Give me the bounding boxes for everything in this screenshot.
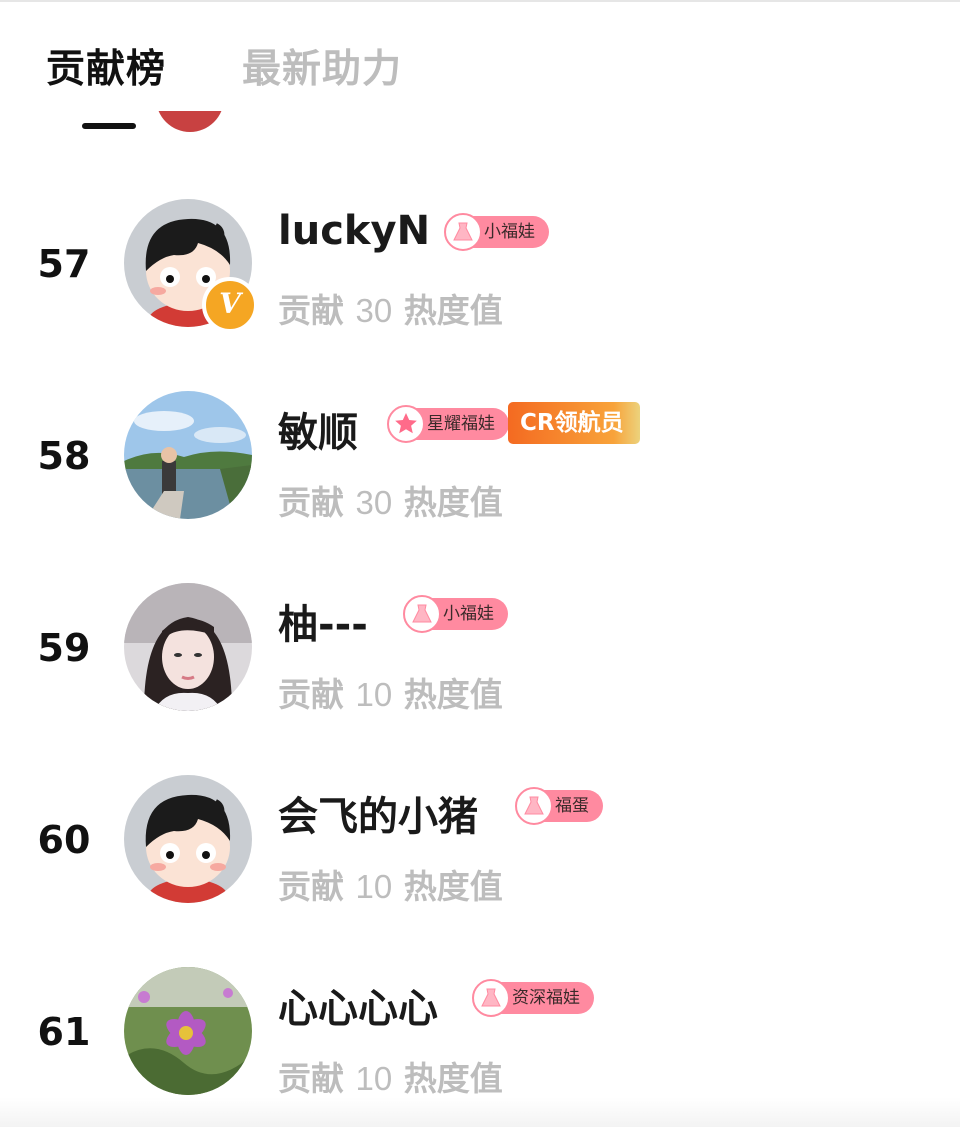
rank-number: 58 xyxy=(37,434,91,478)
contribution-value: 30 xyxy=(355,484,393,521)
contribution-text: 贡献 10 热度值 xyxy=(278,668,503,716)
contribution-prefix: 贡献 xyxy=(278,483,344,522)
ranking-row[interactable]: 60 会飞的小猪 福蛋 贡献 10 热度值 xyxy=(0,766,960,916)
contribution-text: 贡献 10 热度值 xyxy=(278,1052,503,1100)
contribution-suffix: 热度值 xyxy=(403,291,503,330)
contribution-prefix: 贡献 xyxy=(278,867,344,906)
contribution-suffix: 热度值 xyxy=(403,675,503,714)
cartoon-avatar-icon xyxy=(124,775,252,903)
badge-label: 小福娃 xyxy=(443,604,494,624)
ranking-row[interactable]: 58 敏顺 星耀福娃 CR领航员 贡献 30 热度值 xyxy=(0,382,960,532)
previous-row-avatar xyxy=(156,111,224,132)
fu-level-badge: 星耀福娃 xyxy=(387,405,509,443)
cr-navigator-badge: CR领航员 xyxy=(508,402,640,444)
contribution-prefix: 贡献 xyxy=(278,675,344,714)
contribution-text: 贡献 10 热度值 xyxy=(278,860,503,908)
tab-latest-support[interactable]: 最新助力 xyxy=(242,38,402,94)
user-name[interactable]: 会飞的小猪 xyxy=(278,784,478,842)
contribution-prefix: 贡献 xyxy=(278,291,344,330)
user-name[interactable]: 敏顺 xyxy=(278,400,358,458)
contribution-value: 10 xyxy=(355,676,393,713)
contribution-text: 贡献 30 热度值 xyxy=(278,284,503,332)
dress-icon xyxy=(472,979,510,1017)
avatar[interactable] xyxy=(124,775,252,903)
active-tab-indicator xyxy=(82,123,136,129)
star-icon xyxy=(387,405,425,443)
fu-level-badge: 资深福娃 xyxy=(472,979,594,1017)
contribution-suffix: 热度值 xyxy=(403,867,503,906)
avatar[interactable] xyxy=(124,391,252,519)
contribution-value: 10 xyxy=(355,868,393,905)
rank-number: 57 xyxy=(37,242,91,286)
dress-icon xyxy=(444,213,482,251)
verified-badge-icon: V xyxy=(202,277,258,333)
contribution-suffix: 热度值 xyxy=(403,483,503,522)
contribution-prefix: 贡献 xyxy=(278,1059,344,1098)
badge-label: 资深福娃 xyxy=(512,988,580,1008)
user-name[interactable]: 柚--- xyxy=(278,592,368,650)
dress-icon xyxy=(403,595,441,633)
flower-photo-icon xyxy=(124,967,252,1095)
user-name[interactable]: luckyN xyxy=(278,208,430,254)
fu-level-badge: 小福娃 xyxy=(403,595,508,633)
tab-bar: 贡献榜 最新助力 xyxy=(0,0,960,129)
fu-level-badge: 福蛋 xyxy=(515,787,603,825)
rank-number: 61 xyxy=(37,1010,91,1054)
rank-number: 60 xyxy=(37,818,91,862)
fu-level-badge: 小福娃 xyxy=(444,213,549,251)
user-name[interactable]: 心心心心 xyxy=(278,976,438,1034)
contribution-suffix: 热度值 xyxy=(403,1059,503,1098)
contribution-value: 30 xyxy=(355,292,393,329)
portrait-photo-icon xyxy=(124,583,252,711)
rank-number: 59 xyxy=(37,626,91,670)
landscape-photo-icon xyxy=(124,391,252,519)
badge-label: 福蛋 xyxy=(555,796,589,816)
badge-label: 星耀福娃 xyxy=(427,414,495,434)
bottom-fade xyxy=(0,1097,960,1127)
contribution-value: 10 xyxy=(355,1060,393,1097)
dress-icon xyxy=(515,787,553,825)
tab-contribution-ranking[interactable]: 贡献榜 xyxy=(46,38,166,94)
ranking-row[interactable]: 59 柚--- 小福娃 贡献 10 热度值 xyxy=(0,574,960,724)
ranking-row[interactable]: 57 V luckyN 小福娃 贡献 30 热度值 xyxy=(0,190,960,340)
avatar[interactable] xyxy=(124,967,252,1095)
contribution-text: 贡献 30 热度值 xyxy=(278,476,503,524)
ranking-row[interactable]: 61 心心心心 资深福娃 贡献 10 热度值 xyxy=(0,958,960,1108)
avatar[interactable] xyxy=(124,583,252,711)
badge-label: 小福娃 xyxy=(484,222,535,242)
